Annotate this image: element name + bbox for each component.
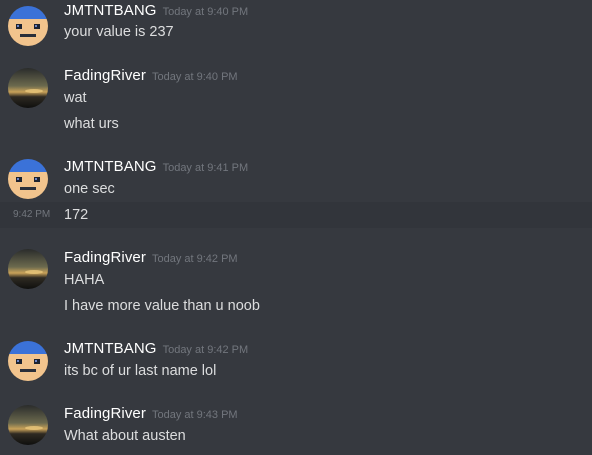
message-timestamp: Today at 9:41 PM <box>162 162 249 174</box>
message-timestamp: Today at 9:40 PM <box>162 6 249 18</box>
message-text: your value is 237 <box>64 24 174 40</box>
username[interactable]: FadingRiver <box>64 405 146 422</box>
message-timestamp: Today at 9:42 PM <box>151 253 238 265</box>
pixel-face-avatar-icon <box>8 159 48 199</box>
message-text: wat <box>64 90 87 106</box>
avatar[interactable] <box>8 68 48 108</box>
username[interactable]: JMTNTBANG <box>64 340 157 357</box>
message-text: its bc of ur last name lol <box>64 363 217 379</box>
sunset-landscape-avatar-icon <box>8 249 48 289</box>
username[interactable]: FadingRiver <box>64 67 146 84</box>
message-text: what urs <box>64 116 119 132</box>
sunset-landscape-avatar-icon <box>8 405 48 445</box>
pixel-face-avatar-icon <box>8 341 48 381</box>
hovered-message-row[interactable]: 9:42 PM 172 <box>0 202 592 228</box>
pixel-face-avatar-icon <box>8 6 48 46</box>
sunset-landscape-avatar-icon <box>8 68 48 108</box>
avatar[interactable] <box>8 341 48 381</box>
username[interactable]: FadingRiver <box>64 249 146 266</box>
message-text: What about austen <box>64 428 186 444</box>
message-timestamp: Today at 9:40 PM <box>151 71 238 83</box>
username[interactable]: JMTNTBANG <box>64 158 157 175</box>
avatar[interactable] <box>8 249 48 289</box>
avatar[interactable] <box>8 159 48 199</box>
message-text: I have more value than u noob <box>64 298 260 314</box>
message-text: HAHA <box>64 272 105 288</box>
message-timestamp: Today at 9:42 PM <box>162 344 249 356</box>
message-text: one sec <box>64 181 115 197</box>
avatar[interactable] <box>8 6 48 46</box>
message-timestamp: Today at 9:43 PM <box>151 409 238 421</box>
avatar[interactable] <box>8 405 48 445</box>
username[interactable]: JMTNTBANG <box>64 2 157 19</box>
message-text: 172 <box>64 207 89 223</box>
hover-timestamp: 9:42 PM <box>13 209 51 220</box>
